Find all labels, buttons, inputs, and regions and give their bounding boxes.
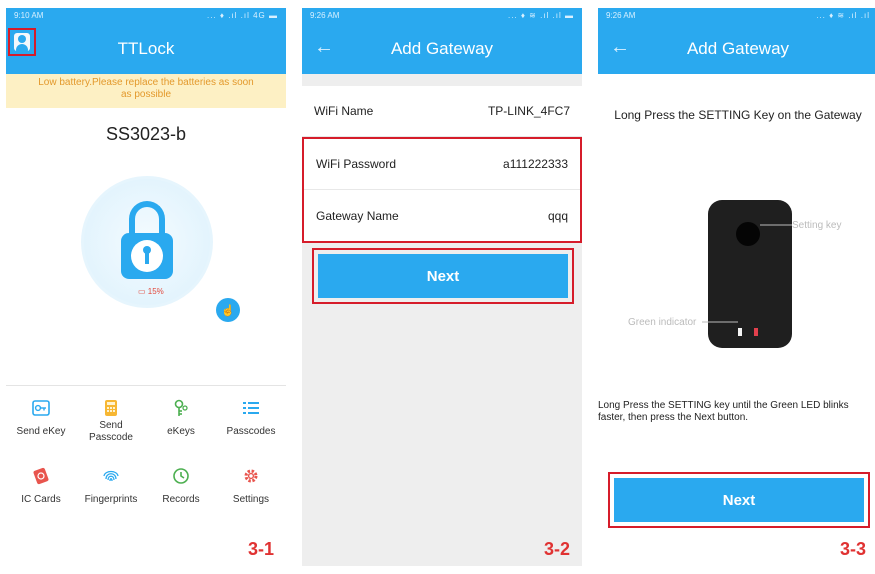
- menu-divider: [6, 385, 286, 386]
- remote-unlock-button[interactable]: ☝: [216, 298, 240, 322]
- wifi-name-value: TP-LINK_4FC7: [487, 104, 570, 118]
- battery-indicator: ▭ 15%: [138, 287, 164, 296]
- menu-label: eKeys: [167, 426, 195, 437]
- wifi-name-row[interactable]: WiFi Name TP-LINK_4FC7: [302, 86, 582, 137]
- tap-hand-icon: ☝: [221, 304, 235, 317]
- profile-button[interactable]: [8, 28, 36, 56]
- gateway-name-field[interactable]: Gateway Name qqq: [304, 190, 580, 241]
- status-icons: ... ♦ ≋ .ıl .ıl ▬: [507, 11, 574, 20]
- screen-ttlock-home: 9:10 AM ... ♦ .ıl .ıl 4G ▬ TTLock Low ba…: [6, 8, 286, 566]
- ic-card-icon: [31, 466, 51, 486]
- user-avatar-icon: [14, 33, 30, 51]
- keyhole-slot: [145, 252, 149, 264]
- screen-add-gateway-form: 9:26 AM ... ♦ ≋ .ıl .ıl ▬ ← Add Gateway …: [302, 8, 582, 566]
- battery-icon: ▭: [138, 287, 148, 296]
- status-bar: 9:26 AM ... ♦ ≋ .ıl .ıl ▬: [302, 8, 582, 24]
- menu-label: Send eKey: [16, 426, 66, 437]
- padlock-icon: [121, 233, 173, 279]
- callout-lines: [702, 224, 792, 323]
- status-icons: ... ♦ .ıl .ıl 4G ▬: [207, 11, 278, 20]
- wifi-name-label: WiFi Name: [314, 104, 374, 118]
- battery-level: 15%: [147, 287, 164, 296]
- send-ekey-icon: [31, 398, 51, 418]
- send-passcode-icon: [101, 398, 121, 418]
- menu-ic-cards[interactable]: IC Cards: [6, 462, 76, 530]
- status-time: 9:26 AM: [310, 11, 340, 20]
- wifi-password-field[interactable]: WiFi Password a111222333: [304, 139, 580, 190]
- step-label: 3-1: [247, 539, 274, 559]
- fingerprint-icon: [101, 466, 121, 486]
- wifi-password-label: WiFi Password: [316, 157, 397, 171]
- menu-fingerprints[interactable]: Fingerprints: [76, 462, 146, 530]
- menu-settings[interactable]: Settings: [216, 462, 286, 530]
- lock-name: SS3023-b: [105, 124, 187, 144]
- records-icon: [171, 466, 191, 486]
- low-battery-banner: Low battery.Please replace the batteries…: [6, 74, 286, 108]
- back-arrow-icon[interactable]: ←: [314, 36, 334, 59]
- menu-label: Fingerprints: [84, 494, 138, 505]
- next-button[interactable]: Next: [318, 254, 568, 298]
- unlock-button[interactable]: ▭ 15%: [81, 176, 213, 308]
- green-indicator-callout: Green indicator: [628, 317, 697, 328]
- menu-label: Records: [162, 494, 200, 505]
- next-button[interactable]: Next: [614, 478, 864, 522]
- menu-label: Settings: [232, 494, 270, 505]
- highlighted-fields: WiFi Password a111222333 Gateway Name qq…: [302, 137, 582, 243]
- wifi-password-value: a111222333: [503, 157, 568, 171]
- menu-send-ekey[interactable]: Send eKey: [6, 394, 76, 462]
- menu-records[interactable]: Records: [146, 462, 216, 530]
- menu-send-passcode[interactable]: Send Passcode: [76, 394, 146, 462]
- app-title: TTLock: [117, 39, 175, 58]
- status-bar: 9:10 AM ... ♦ .ıl .ıl 4G ▬: [6, 8, 286, 24]
- keyhole-dial: [131, 240, 163, 272]
- instruction-body: Long Press the SETTING key until the Gre…: [598, 400, 849, 423]
- ekeys-icon: [171, 398, 191, 418]
- app-bar: ← Add Gateway: [302, 24, 582, 74]
- next-highlight: Next: [312, 248, 574, 304]
- passcodes-icon: [241, 398, 261, 418]
- gateway-name-value: qqq: [547, 208, 568, 223]
- setting-key-callout: Setting key: [792, 220, 842, 231]
- menu-label: Send Passcode: [89, 420, 133, 443]
- menu-passcodes[interactable]: Passcodes: [216, 394, 286, 462]
- step-label: 3-3: [839, 539, 866, 559]
- page-title: Add Gateway: [390, 39, 494, 58]
- lock-menu: Send eKey Send Passcode eKeys Passcodes …: [6, 394, 286, 530]
- app-bar: TTLock: [6, 24, 286, 74]
- status-time: 9:10 AM: [14, 11, 44, 20]
- settings-icon: [241, 466, 261, 486]
- menu-label: IC Cards: [21, 494, 61, 505]
- menu-label: Passcodes: [226, 426, 276, 437]
- gateway-name-label: Gateway Name: [316, 208, 399, 223]
- menu-ekeys[interactable]: eKeys: [146, 394, 216, 462]
- step-label: 3-2: [543, 539, 570, 559]
- screen-add-gateway-instructions: 9:26 AM ... ♦ ≋ .ıl .ıl ← Add Gateway Lo…: [598, 8, 875, 566]
- next-highlight: Next: [608, 472, 870, 528]
